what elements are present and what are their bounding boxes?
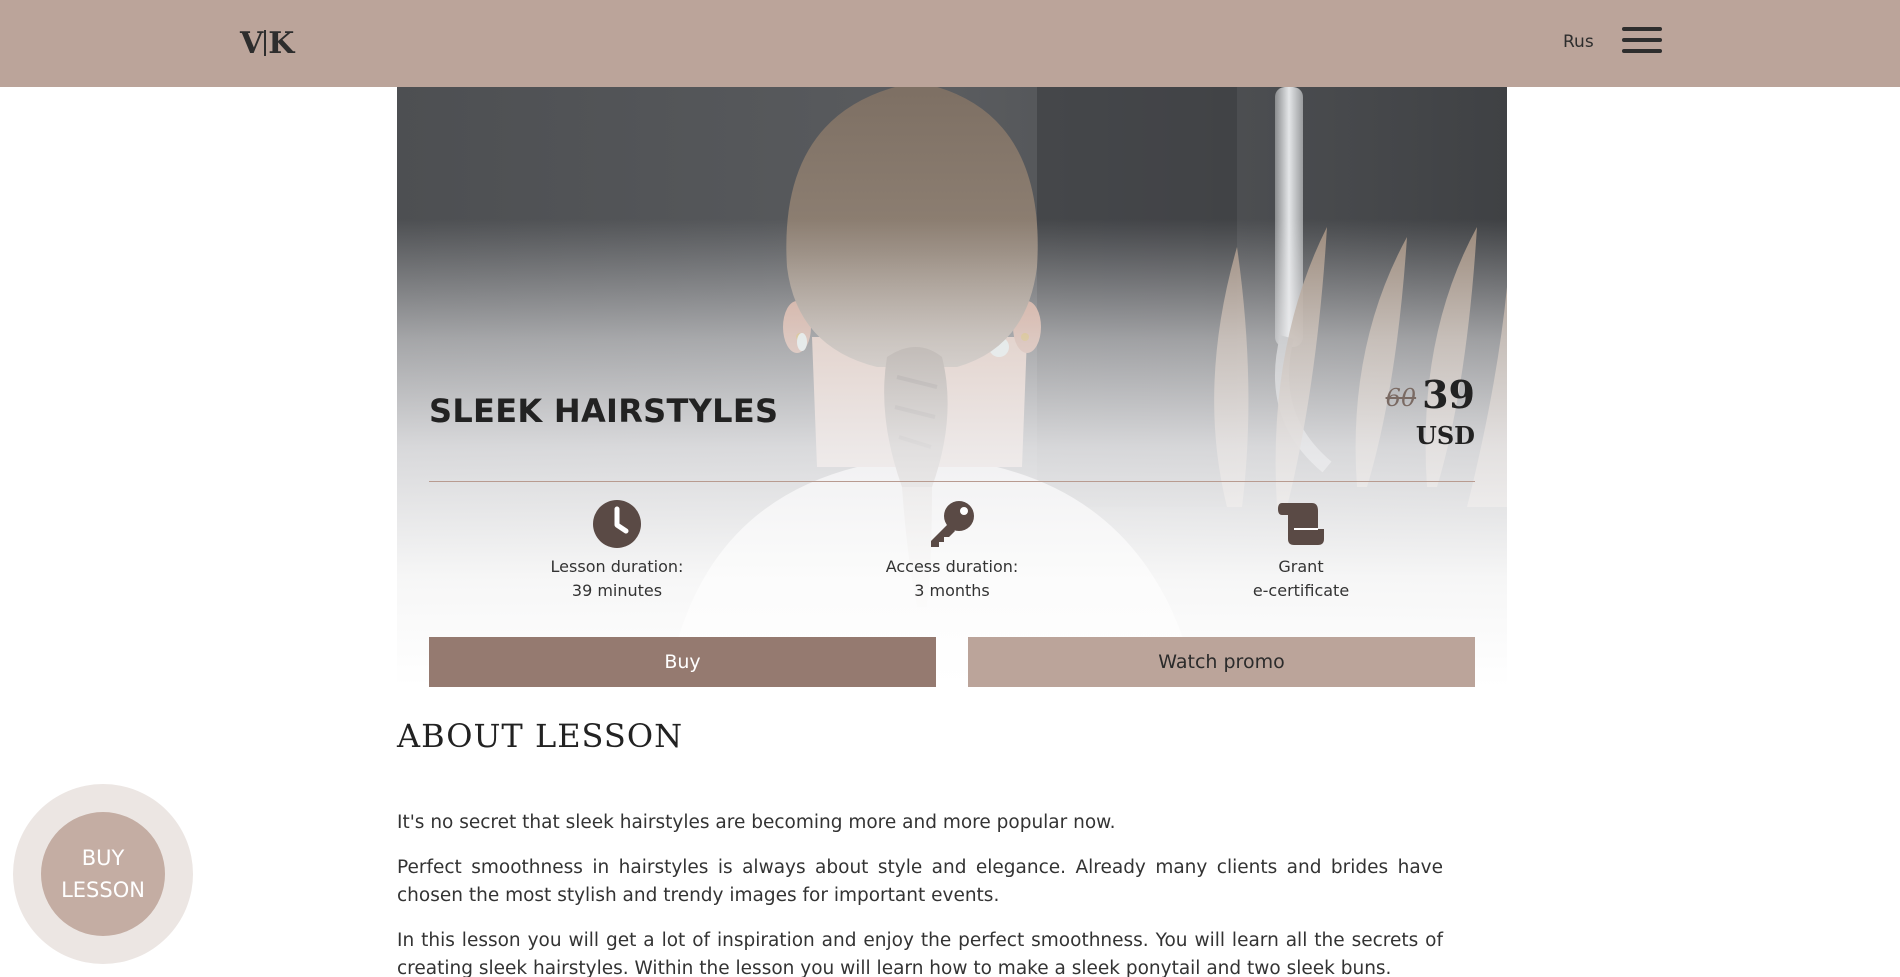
feature-access-duration: Access duration: 3 months (822, 499, 1082, 603)
lesson-title: SLEEK HAIRSTYLES (429, 392, 779, 430)
feature-label: Grant (1278, 557, 1324, 576)
language-switch[interactable]: Rus (1563, 32, 1594, 52)
feature-certificate: Grant e-certificate (1171, 499, 1431, 603)
watch-promo-button[interactable]: Watch promo (968, 637, 1475, 687)
hamburger-menu-icon[interactable] (1622, 27, 1662, 53)
feature-value: 39 minutes (571, 581, 663, 600)
site-header: VK Rus (0, 0, 1900, 87)
about-paragraph: Perfect smoothness in hairstyles is alwa… (397, 857, 1443, 906)
feature-value: e-certificate (1252, 581, 1350, 600)
site-logo[interactable]: VK (240, 26, 294, 61)
price-block: 60 39 USD (1386, 372, 1475, 450)
feature-lesson-duration: Lesson duration: 39 minutes (487, 499, 747, 603)
feature-label: Lesson duration: (550, 557, 684, 576)
clock-icon (593, 500, 641, 548)
feature-label: Access duration: (885, 557, 1019, 576)
hero-divider (429, 481, 1475, 482)
about-lesson-text: It's no secret that sleek hairstyles are… (397, 809, 1443, 977)
logo-letter-k: K (268, 26, 294, 61)
feature-value: 3 months (914, 581, 990, 600)
buy-button[interactable]: Buy (429, 637, 936, 687)
floating-buy-lesson-button[interactable]: BUY LESSON (13, 784, 193, 964)
old-price: 60 (1385, 384, 1417, 412)
logo-divider (264, 30, 267, 56)
floating-buy-lesson-inner[interactable]: BUY LESSON (41, 812, 165, 936)
menu-line (1622, 38, 1662, 42)
menu-line (1622, 49, 1662, 53)
current-price: 39 (1422, 372, 1475, 417)
menu-line (1622, 27, 1662, 31)
floating-label-line1: BUY (81, 846, 125, 870)
about-paragraph: It's no secret that sleek hairstyles are… (397, 812, 1116, 833)
floating-label-line2: LESSON (61, 878, 145, 902)
lesson-hero: SLEEK HAIRSTYLES 60 39 USD Lesson duratio… (397, 87, 1507, 687)
logo-letter-v: V (240, 26, 263, 61)
lesson-features: Lesson duration: 39 minutes Access durat… (429, 499, 1475, 609)
about-paragraph: In this lesson you will get a lot of ins… (397, 930, 1443, 977)
scroll-certificate-icon (1278, 503, 1324, 545)
price-currency: USD (1415, 421, 1475, 450)
key-icon (931, 501, 974, 547)
about-lesson-heading: ABOUT LESSON (397, 717, 684, 755)
